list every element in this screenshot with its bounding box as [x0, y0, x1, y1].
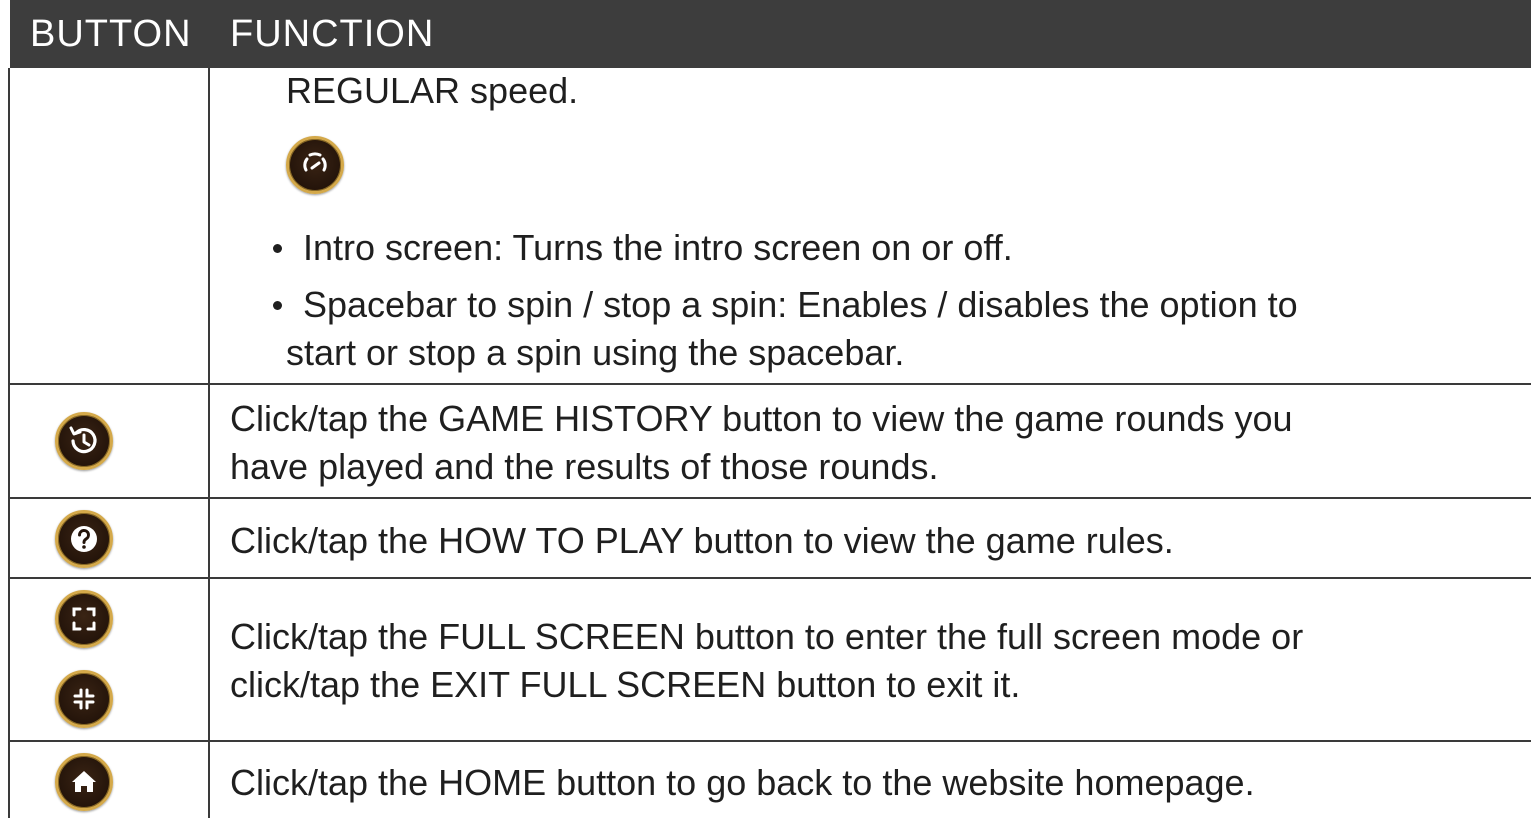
list-item: Spacebar to spin / stop a spin: Enables … — [273, 281, 1298, 329]
exit-full-screen-icon — [55, 670, 113, 728]
list-item-text: Spacebar to spin / stop a spin: Enables … — [303, 284, 1298, 325]
row-text: have played and the results of those rou… — [230, 446, 939, 487]
row-divider — [8, 577, 1531, 579]
game-history-icon — [55, 412, 113, 470]
table-border-left — [8, 68, 10, 818]
row-divider — [8, 497, 1531, 499]
list-item-text-continued: start or stop a spin using the spacebar. — [286, 332, 905, 373]
row-divider — [8, 383, 1531, 385]
row-text: Click/tap the FULL SCREEN button to ente… — [230, 616, 1304, 657]
header-button-column: BUTTON — [30, 13, 192, 55]
full-screen-icon — [55, 590, 113, 648]
bullet-dot — [273, 301, 282, 310]
turbo-speed-icon — [286, 136, 344, 194]
table-header: BUTTON FUNCTION — [10, 0, 1531, 68]
row-text: Click/tap the HOW TO PLAY button to view… — [230, 520, 1174, 561]
row-text: REGULAR speed. — [286, 70, 579, 111]
list-item-text: Intro screen: Turns the intro screen on … — [303, 227, 1013, 268]
header-function-column: FUNCTION — [230, 13, 435, 55]
row-text: Click/tap the GAME HISTORY button to vie… — [230, 398, 1293, 439]
list-item: Intro screen: Turns the intro screen on … — [273, 224, 1013, 272]
bullet-dot — [273, 244, 282, 253]
row-text: Click/tap the HOME button to go back to … — [230, 762, 1255, 803]
question-icon — [55, 510, 113, 568]
row-text: click/tap the EXIT FULL SCREEN button to… — [230, 664, 1021, 705]
row-divider — [8, 740, 1531, 742]
home-icon — [55, 753, 113, 811]
table-column-divider — [208, 68, 210, 818]
